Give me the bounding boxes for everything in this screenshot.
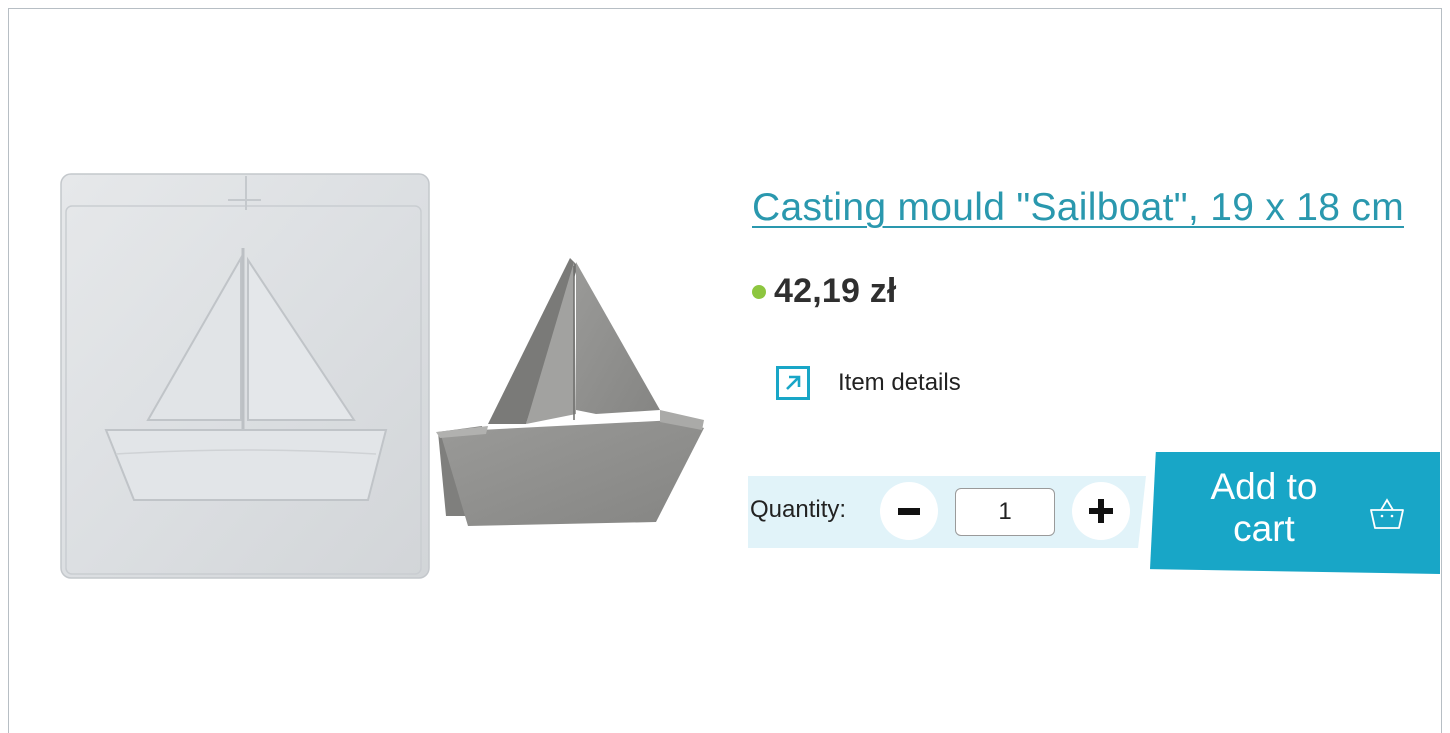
plus-icon — [1089, 499, 1113, 523]
quantity-input[interactable] — [955, 488, 1055, 536]
price-row: 42,19 zł — [752, 272, 897, 311]
product-price: 42,19 zł — [774, 272, 897, 310]
arrow-up-right-icon — [776, 366, 810, 400]
basket-icon — [1370, 498, 1404, 529]
product-image[interactable] — [56, 170, 716, 580]
product-title[interactable]: Casting mould "Sailboat", 19 x 18 cm — [752, 180, 1404, 236]
add-to-cart-button[interactable]: Add to cart — [1150, 452, 1440, 574]
item-details-label: Item details — [838, 369, 961, 396]
quantity-decrease-button[interactable] — [880, 482, 938, 540]
minus-icon — [898, 507, 920, 515]
quantity-label: Quantity: — [750, 496, 847, 523]
quantity-increase-button[interactable] — [1072, 482, 1130, 540]
item-details-link[interactable]: Item details — [776, 366, 961, 400]
in-stock-dot-icon — [752, 284, 766, 299]
add-to-cart-label: Add to cart — [1210, 466, 1318, 549]
